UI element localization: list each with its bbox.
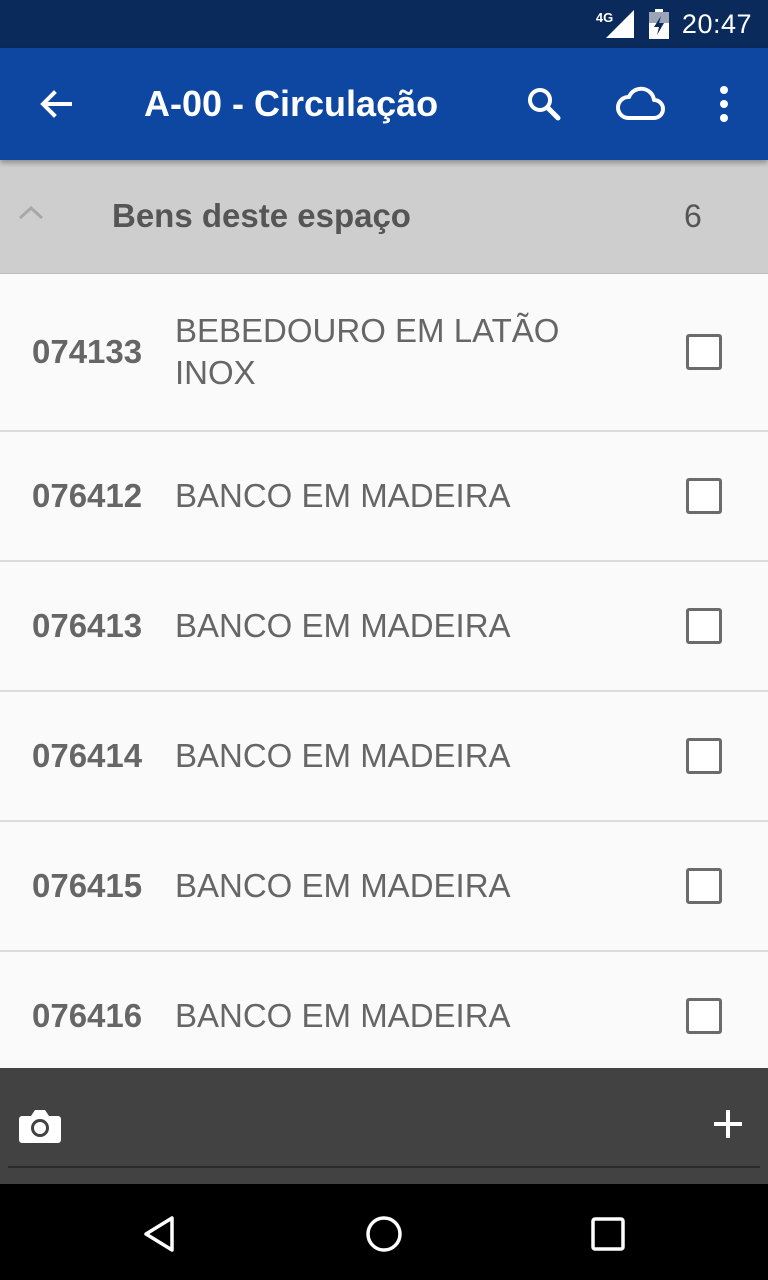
nav-back-icon[interactable] [140, 1214, 180, 1254]
section-title: Bens deste espaço [112, 197, 411, 234]
item-description: BANCO EM MADEIRA [175, 607, 511, 644]
item-description: BEBEDOURO EM LATÃO INOX [175, 312, 560, 391]
bottom-toolbar [0, 1068, 768, 1184]
search-button[interactable] [516, 76, 572, 132]
page-title: A-00 - Circulação [144, 83, 439, 124]
list-item[interactable]: 076414 BANCO EM MADEIRA [0, 692, 768, 822]
item-checkbox[interactable] [686, 478, 722, 514]
search-icon [528, 88, 561, 121]
section-header[interactable]: Bens deste espaço 6 [0, 160, 768, 274]
chevron-up-icon [18, 205, 44, 220]
item-code: 074133 [32, 333, 143, 370]
item-checkbox[interactable] [686, 738, 722, 774]
list-item[interactable]: 076416 BANCO EM MADEIRA [0, 952, 768, 1082]
item-code: 076415 [32, 867, 143, 904]
item-checkbox[interactable] [686, 334, 722, 370]
cloud-icon [616, 86, 665, 120]
list-item[interactable]: 076413 BANCO EM MADEIRA [0, 562, 768, 692]
item-count: 6 [684, 198, 702, 234]
camera-button[interactable] [18, 1106, 62, 1146]
app-bar: A-00 - Circulação [0, 48, 768, 160]
item-code: 076416 [32, 997, 143, 1034]
nav-recents-icon[interactable] [588, 1214, 628, 1254]
item-checkbox[interactable] [686, 998, 722, 1034]
list-item[interactable]: 076412 BANCO EM MADEIRA [0, 432, 768, 562]
system-nav-bar [0, 1184, 768, 1280]
more-vert-icon [720, 86, 728, 122]
sync-button[interactable] [612, 76, 668, 132]
battery-icon [648, 9, 669, 39]
nav-home-icon[interactable] [364, 1214, 404, 1254]
item-description: BANCO EM MADEIRA [175, 867, 511, 904]
camera-icon [19, 1110, 61, 1143]
add-icon [714, 1110, 742, 1138]
back-arrow-icon [40, 90, 72, 118]
status-bar: 4G 20:47 [0, 0, 768, 48]
signal-icon: 4G [596, 8, 636, 40]
list-item[interactable]: 074133 BEBEDOURO EM LATÃO INOX [0, 274, 768, 432]
asset-list: 074133 BEBEDOURO EM LATÃO INOX 076412 BA… [0, 274, 768, 1082]
more-options-button[interactable] [696, 76, 752, 132]
item-description: BANCO EM MADEIRA [175, 997, 511, 1034]
network-type: 4G [595, 10, 614, 25]
back-button[interactable] [28, 76, 84, 132]
item-description: BANCO EM MADEIRA [175, 737, 511, 774]
item-code: 076412 [32, 477, 143, 514]
item-checkbox[interactable] [686, 868, 722, 904]
clock: 20:47 [681, 8, 752, 39]
divider [8, 1166, 760, 1168]
item-checkbox[interactable] [686, 608, 722, 644]
add-button[interactable] [710, 1106, 746, 1142]
item-description: BANCO EM MADEIRA [175, 477, 511, 514]
screen: 4G 20:47 A-00 - Circulação Bens deste es… [0, 0, 768, 1280]
item-code: 076413 [32, 607, 143, 644]
list-item[interactable]: 076415 BANCO EM MADEIRA [0, 822, 768, 952]
item-code: 076414 [32, 737, 143, 774]
